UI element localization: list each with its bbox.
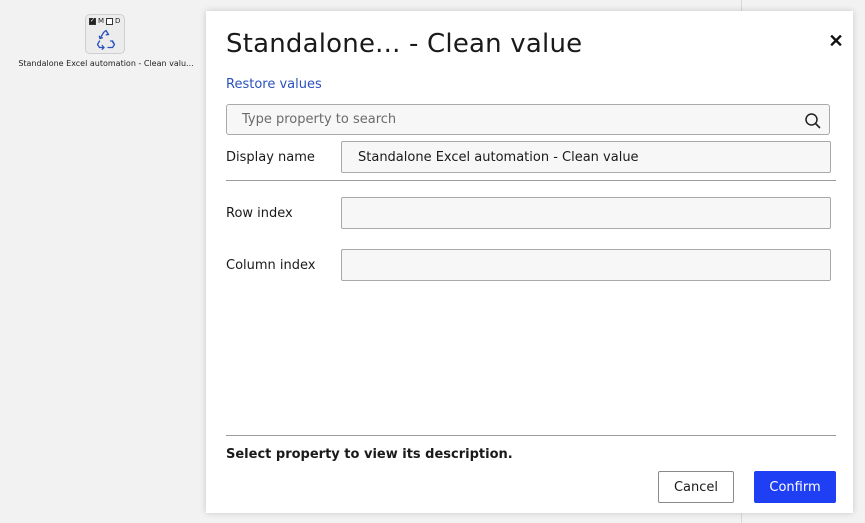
display-name-label: Display name [226,150,315,165]
row-index-label: Row index [226,206,293,221]
display-name-field[interactable] [341,141,831,173]
dialog-title: Standalone... - Clean value [226,29,583,59]
recycle-icon [96,29,116,50]
flag-checkbox[interactable] [106,17,114,25]
property-description: Select property to view its description. [226,447,513,462]
node-flags: ✓ M D [89,17,120,25]
description-divider [226,435,836,436]
flag-d-label: D [115,17,121,25]
flag-m-label: M [98,17,105,25]
flag-checkbox-checked[interactable]: ✓ [89,17,96,25]
activity-node[interactable]: ✓ M D [85,14,125,54]
search-icon[interactable] [804,112,822,130]
column-index-field[interactable] [341,249,831,281]
confirm-button[interactable]: Confirm [754,471,836,503]
node-label: Standalone Excel automation - Clean valu… [18,59,194,68]
row-index-field[interactable] [341,197,831,229]
column-index-label: Column index [226,258,316,273]
close-button[interactable]: ✕ [826,31,846,51]
cancel-button[interactable]: Cancel [658,471,734,503]
property-search [226,104,830,135]
close-icon: ✕ [828,31,844,51]
properties-dialog: Standalone... - Clean value ✕ Restore va… [206,11,853,513]
properties-divider [226,180,836,181]
restore-values-link[interactable]: Restore values [226,77,322,92]
search-input[interactable] [227,105,797,134]
